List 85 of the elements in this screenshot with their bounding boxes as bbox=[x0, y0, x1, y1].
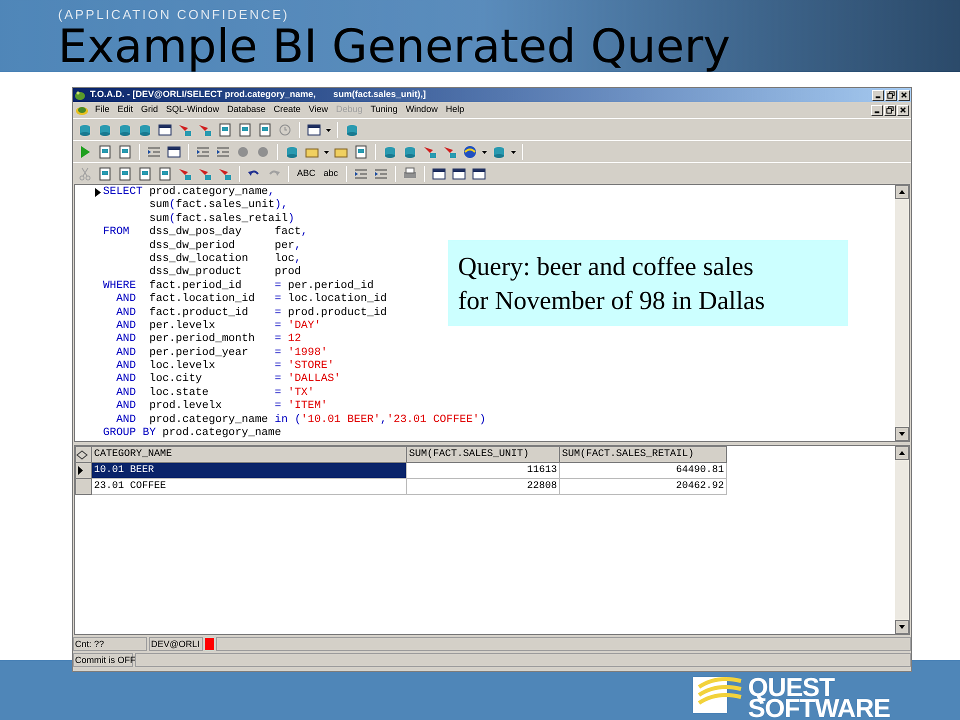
column-header[interactable]: CATEGORY_NAME bbox=[92, 446, 406, 462]
close-icon bbox=[898, 105, 908, 115]
app-icon bbox=[74, 89, 86, 101]
table-cell: 11613 bbox=[406, 462, 560, 478]
menu-item[interactable]: Tuning bbox=[366, 103, 402, 117]
table-cell: 64490.81 bbox=[560, 462, 726, 478]
status-indicator-icon bbox=[205, 638, 214, 650]
code-line: AND loc.city = 'DALLAS' bbox=[115, 373, 341, 387]
menu-item[interactable]: View bbox=[304, 103, 332, 117]
table-cell: 23.01 COFFEE bbox=[92, 478, 406, 494]
slide-tagline: (APPLICATION CONFIDENCE) bbox=[58, 8, 290, 22]
logo-text: SOFTWARE bbox=[748, 698, 890, 719]
slide-title: Example BI Generated Query bbox=[58, 22, 730, 70]
menu-item[interactable]: Create bbox=[270, 103, 305, 117]
close-button[interactable] bbox=[898, 90, 910, 100]
status-commit: Commit is OFF bbox=[73, 653, 133, 667]
document-icon[interactable] bbox=[217, 122, 233, 138]
window-icon[interactable] bbox=[431, 166, 448, 182]
column-header[interactable]: SUM(FACT.SALES_UNIT) bbox=[406, 446, 560, 462]
document-icon[interactable] bbox=[97, 144, 113, 160]
window-title: T.O.A.D. - [DEV@ORLI/SELECT prod.category_name, sum(fact.sales_unit),] bbox=[90, 88, 427, 102]
code-line: dss_dw_product prod bbox=[148, 266, 302, 280]
code-line: AND loc.levelx = 'STORE' bbox=[115, 360, 334, 373]
scroll-down-icon[interactable] bbox=[895, 427, 909, 441]
code-line: GROUP BY prod.category_name bbox=[103, 427, 282, 440]
scroll-up-icon[interactable] bbox=[895, 446, 909, 460]
callout-text: Query: beer and coffee sales bbox=[458, 251, 754, 283]
scroll-up-icon[interactable] bbox=[895, 185, 909, 199]
row-indicator[interactable] bbox=[76, 462, 92, 478]
scrollbar[interactable] bbox=[895, 185, 909, 441]
grid-corner-icon[interactable] bbox=[76, 446, 92, 462]
table-cell: 20462.92 bbox=[560, 478, 726, 494]
close-icon bbox=[899, 90, 909, 100]
scroll-down-icon[interactable] bbox=[895, 620, 909, 634]
close-button[interactable] bbox=[897, 104, 909, 116]
code-line: WHERE fact.period_id = per.period_id bbox=[103, 280, 374, 293]
code-line: FROM dss_dw_pos_day fact, bbox=[103, 226, 308, 240]
toolbar-text-button[interactable]: abc bbox=[322, 166, 340, 180]
globe-icon[interactable] bbox=[462, 144, 478, 160]
document-icon[interactable] bbox=[137, 166, 153, 182]
app-icon bbox=[75, 104, 89, 116]
table-cell: 22808 bbox=[406, 478, 560, 494]
scrollbar[interactable] bbox=[895, 446, 909, 634]
document-icon[interactable] bbox=[117, 166, 133, 182]
menu-item[interactable]: Window bbox=[402, 103, 442, 117]
menu-item[interactable]: File bbox=[91, 103, 114, 117]
toolbar-text-button[interactable]: ABC bbox=[295, 166, 318, 180]
code-line: sum(fact.sales_retail) bbox=[148, 212, 294, 226]
document-icon[interactable] bbox=[157, 166, 173, 182]
column-header[interactable]: SUM(FACT.SALES_RETAIL) bbox=[560, 446, 726, 462]
code-line: dss_dw_period per, bbox=[148, 240, 302, 253]
menu-item[interactable]: Grid bbox=[137, 103, 162, 117]
document-icon[interactable] bbox=[257, 122, 273, 138]
window-icon[interactable] bbox=[306, 122, 322, 138]
minimize-button[interactable] bbox=[871, 104, 883, 116]
menu-item[interactable]: Edit bbox=[114, 103, 138, 117]
callout-text: for November of 98 in Dallas bbox=[458, 285, 766, 317]
code-line: AND prod.category_name in ('10.01 BEER','23.01 COFFEE') bbox=[115, 414, 486, 427]
code-line: AND fact.product_id = prod.product_id bbox=[115, 306, 387, 320]
code-line: AND fact.location_id = loc.location_id bbox=[115, 293, 387, 307]
window-icon[interactable] bbox=[166, 144, 182, 160]
table-cell: 10.01 BEER bbox=[92, 462, 406, 478]
menu-item[interactable]: Help bbox=[442, 103, 468, 117]
window-icon[interactable] bbox=[451, 166, 468, 182]
restore-button[interactable] bbox=[885, 90, 897, 100]
document-icon[interactable] bbox=[237, 122, 253, 138]
document-icon[interactable] bbox=[353, 144, 369, 160]
window-icon[interactable] bbox=[471, 166, 488, 182]
document-icon[interactable] bbox=[117, 144, 133, 160]
status-connection: DEV@ORLI bbox=[149, 637, 203, 651]
minimize-button[interactable] bbox=[872, 90, 884, 100]
status-count: Cnt: ?? bbox=[73, 637, 147, 651]
document-icon[interactable] bbox=[97, 166, 113, 182]
code-line: dss_dw_location loc, bbox=[148, 252, 302, 266]
code-line: SELECT prod.category_name, bbox=[103, 186, 275, 199]
menu-item[interactable]: SQL-Window bbox=[162, 103, 224, 117]
menu-item[interactable]: Database bbox=[223, 103, 270, 117]
code-line: sum(fact.sales_unit), bbox=[148, 199, 288, 213]
code-line: AND per.period_month = 12 bbox=[115, 333, 302, 347]
restore-button[interactable] bbox=[884, 104, 896, 116]
code-line: AND per.period_year = '1998' bbox=[115, 346, 328, 360]
window-icon[interactable] bbox=[157, 122, 173, 138]
code-line: AND per.levelx = 'DAY' bbox=[115, 320, 321, 333]
code-line: AND loc.state = 'TX' bbox=[115, 386, 314, 400]
code-line: AND prod.levelx = 'ITEM' bbox=[115, 400, 328, 414]
